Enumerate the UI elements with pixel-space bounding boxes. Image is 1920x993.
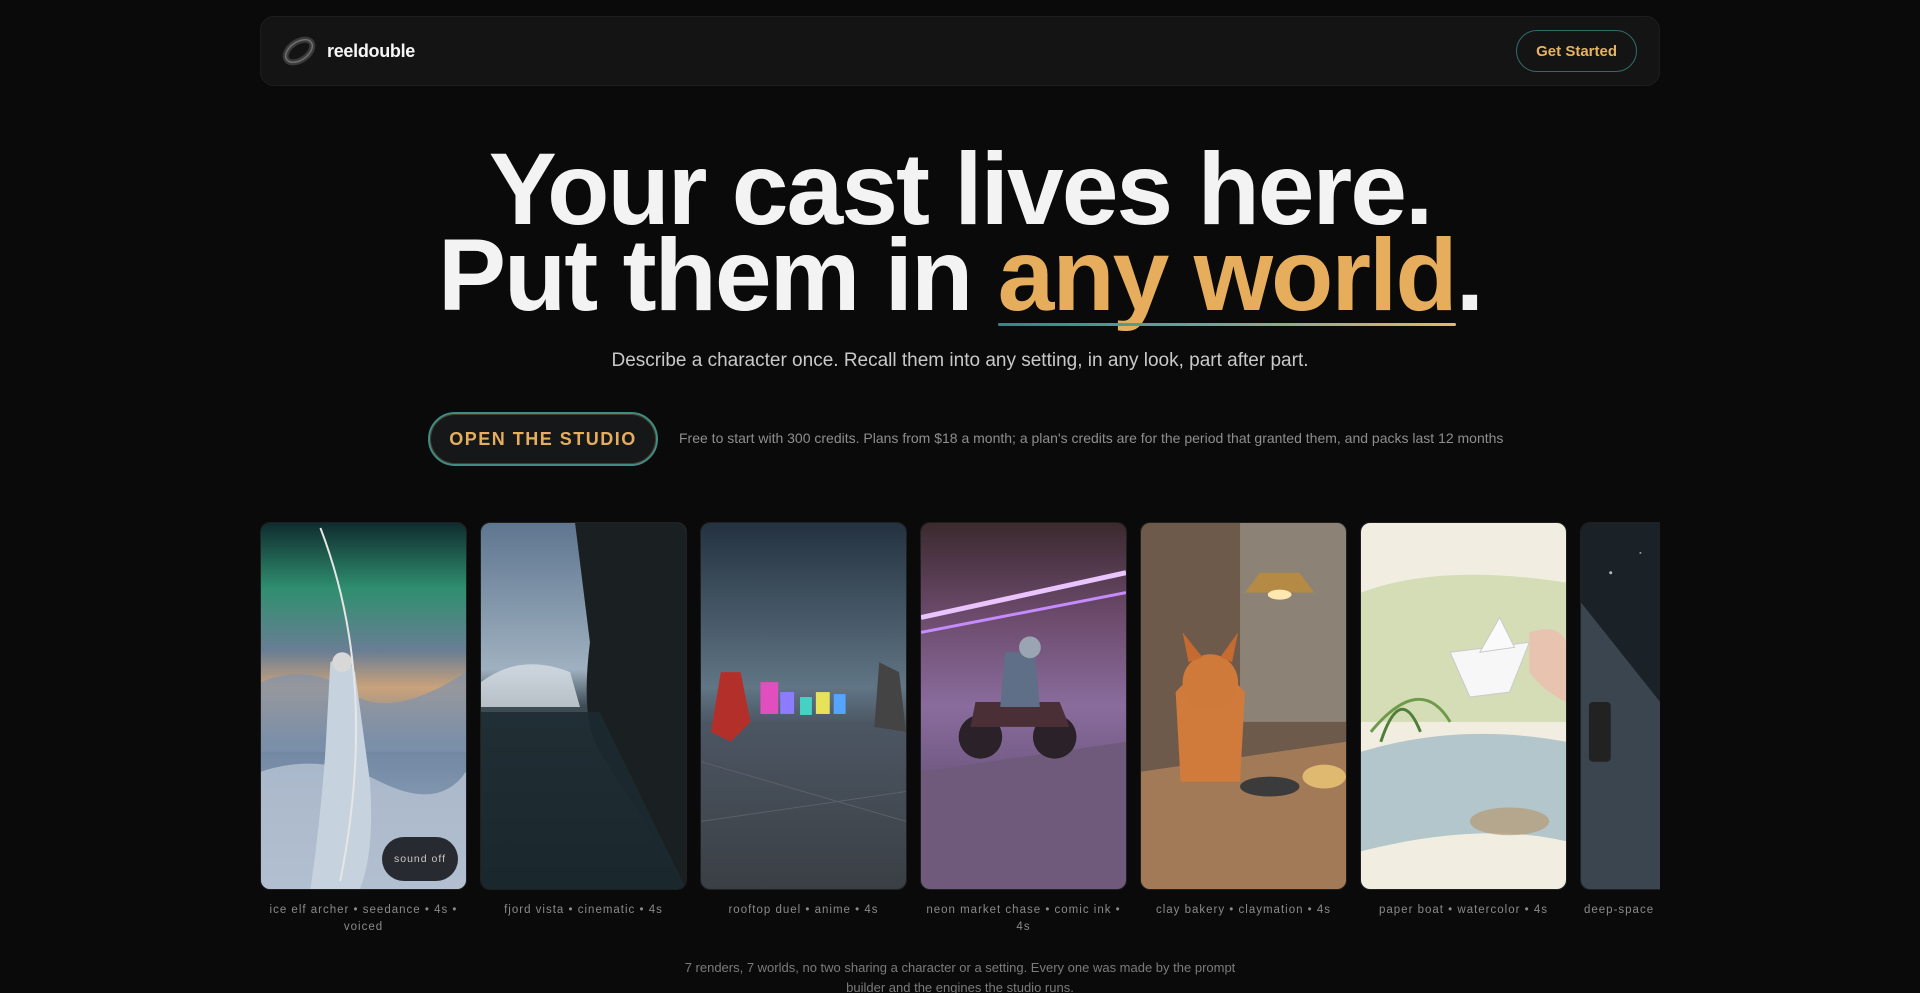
card-caption: fjord vista • cinematic • 4s — [504, 904, 663, 916]
gallery-card[interactable]: paper boat • watercolor • 4s — [1360, 522, 1567, 919]
card-thumbnail[interactable] — [1360, 522, 1567, 890]
get-started-button[interactable]: Get Started — [1516, 30, 1637, 72]
card-thumbnail[interactable] — [700, 522, 907, 890]
gallery-card[interactable]: deep-space — [1580, 522, 1660, 919]
sound-toggle-button[interactable]: sound off — [382, 837, 458, 881]
pricing-note: Free to start with 300 credits. Plans fr… — [679, 430, 1504, 446]
card-caption: paper boat • watercolor • 4s — [1378, 904, 1548, 916]
deep-space-image — [1581, 523, 1660, 889]
ice-elf-archer-image — [261, 523, 466, 889]
open-studio-button[interactable]: OPEN THE STUDIO — [428, 412, 658, 466]
card-thumbnail[interactable] — [1140, 522, 1347, 890]
hero-accent-text: any world — [997, 218, 1458, 332]
ring-logo-icon — [282, 36, 316, 66]
card-caption: neon market chase • comic ink • 4s — [926, 904, 1121, 933]
card-thumbnail[interactable] — [480, 522, 687, 890]
card-caption: clay bakery • claymation • 4s — [1155, 904, 1332, 916]
gallery-card[interactable]: neon market chase • comic ink • 4s — [920, 522, 1127, 936]
gallery-card[interactable]: clay bakery • claymation • 4s — [1140, 522, 1347, 919]
brand[interactable]: reeldouble — [281, 33, 415, 69]
gallery-footnote: 7 renders, 7 worlds, no two sharing a ch… — [684, 960, 1236, 993]
fjord-vista-image — [481, 523, 686, 889]
card-caption: rooftop duel • anime • 4s — [728, 904, 879, 916]
card-thumbnail[interactable] — [920, 522, 1127, 890]
render-gallery: sound off ice elf archer • seedance • 4s… — [260, 522, 1660, 942]
card-caption: deep-space — [1584, 904, 1655, 916]
paper-boat-image — [1361, 523, 1566, 889]
clay-bakery-image — [1141, 523, 1346, 889]
gallery-card[interactable]: fjord vista • cinematic • 4s — [480, 522, 687, 919]
hero-subtitle: Describe a character once. Recall them i… — [611, 350, 1309, 371]
neon-market-chase-image — [921, 523, 1126, 889]
card-caption: ice elf archer • seedance • 4s • voiced — [269, 904, 458, 933]
card-thumbnail[interactable] — [1580, 522, 1660, 890]
hero-line-2-suffix: . — [1455, 218, 1484, 332]
accent-underline — [997, 323, 1456, 326]
top-nav: reeldouble Get Started — [260, 16, 1660, 86]
hero-title: Your cast lives here. Put them in any wo… — [0, 138, 1920, 326]
rooftop-duel-image — [701, 523, 906, 889]
gallery-card[interactable]: sound off ice elf archer • seedance • 4s… — [260, 522, 467, 936]
card-thumbnail[interactable]: sound off — [260, 522, 467, 890]
brand-name: reeldouble — [327, 40, 416, 61]
hero-accent: any world — [997, 224, 1458, 326]
gallery-card[interactable]: rooftop duel • anime • 4s — [700, 522, 907, 919]
hero-line-2-prefix: Put them in — [437, 218, 998, 332]
